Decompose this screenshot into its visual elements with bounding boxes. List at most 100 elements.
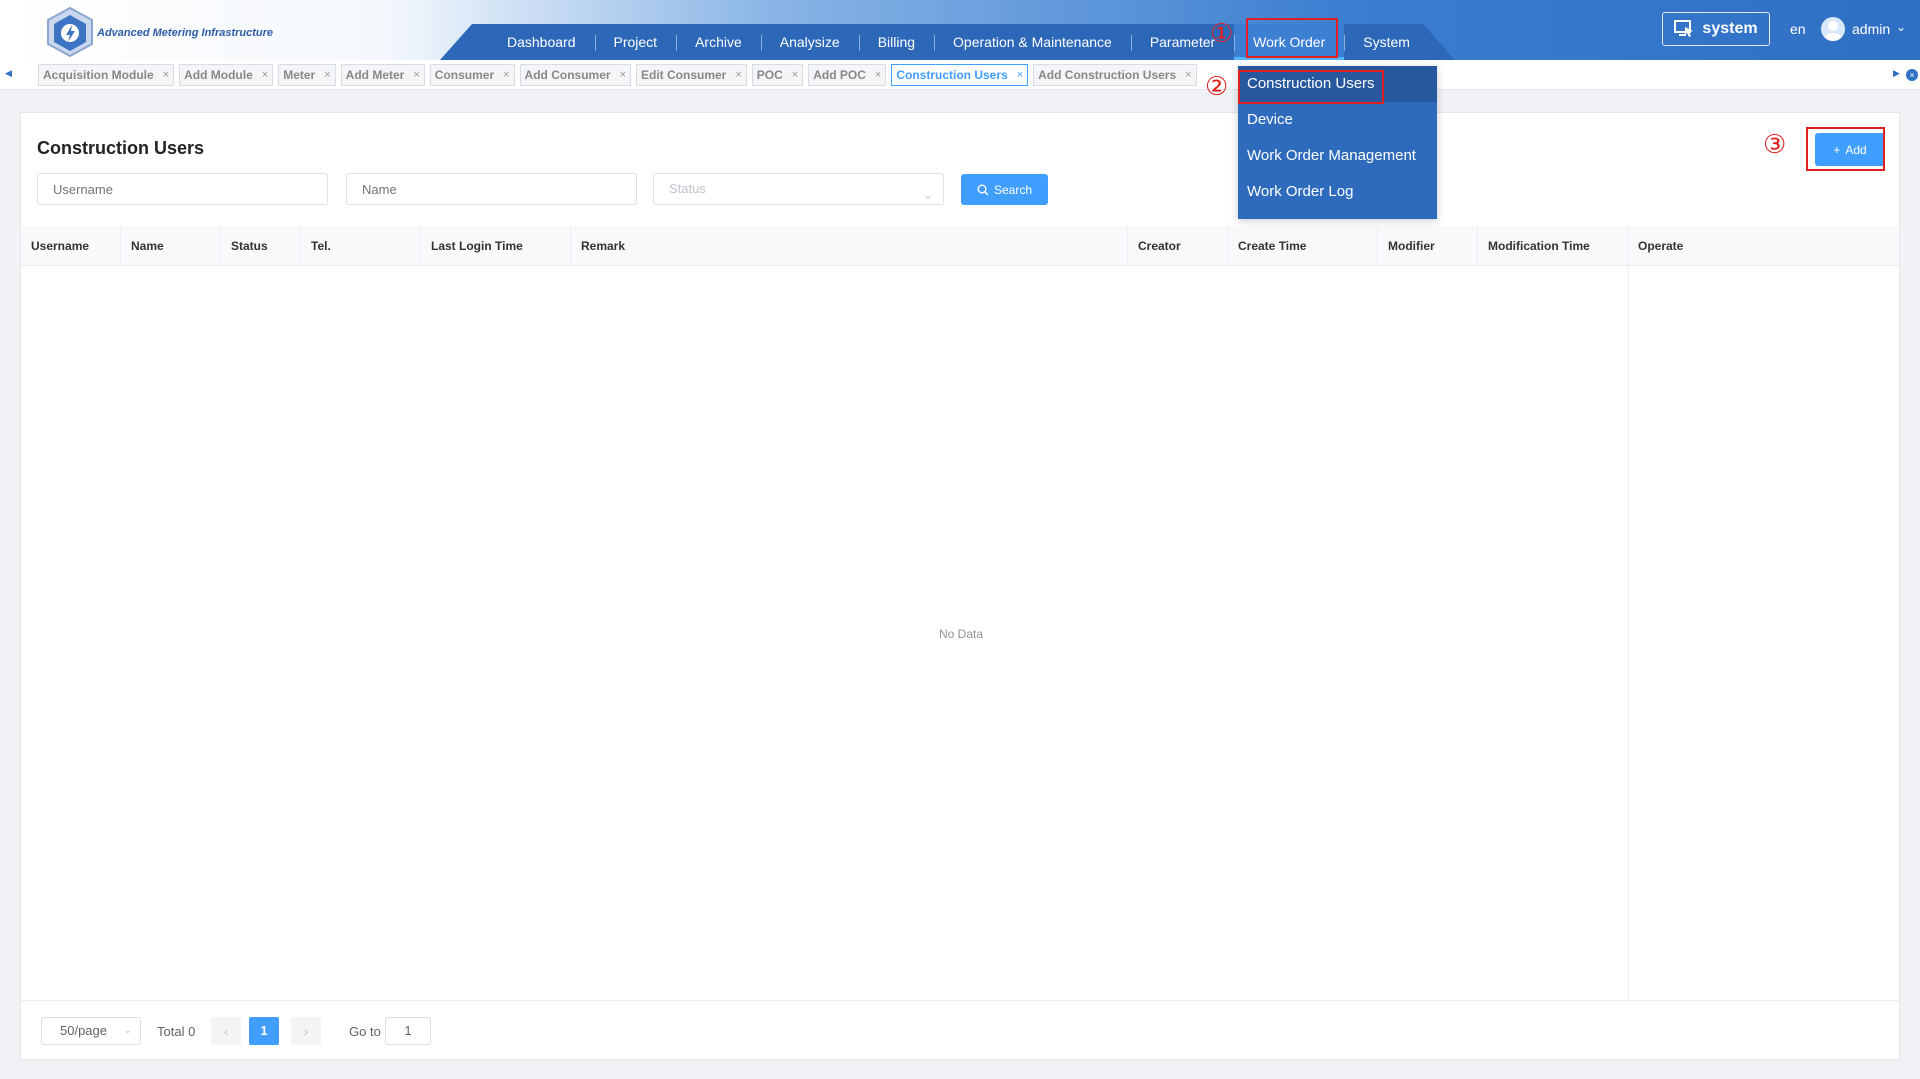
column-header[interactable]: Last Login Time [421,226,571,266]
monitor-cursor-icon [1674,20,1694,37]
nav-item-operation-maintenance[interactable]: Operation & Maintenance [934,24,1131,60]
close-icon[interactable]: × [792,69,798,81]
tag-label: Add Consumer [524,68,611,82]
nav-item-billing[interactable]: Billing [858,24,934,60]
total-count: Total 0 [157,1024,196,1039]
system-label: system [1702,20,1758,37]
annotation-box-3 [1806,127,1885,171]
chevron-down-icon: ⌄ [922,188,933,202]
name-input[interactable] [346,173,637,205]
tag-consumer[interactable]: Consumer × [429,64,515,86]
column-header[interactable]: Operate [1628,226,1899,266]
column-divider [1628,266,1629,1000]
empty-state-text: No Data [939,627,984,641]
tag-construction-users[interactable]: Construction Users × [891,64,1029,86]
tag-meter[interactable]: Meter × [278,64,336,86]
close-icon[interactable]: × [620,69,626,81]
app-header: Advanced Metering Infrastructure Dashboa… [0,0,1920,60]
user-icon [1824,21,1842,41]
tag-label: Consumer [434,68,495,82]
annotation-number-1: ① [1210,18,1234,48]
column-header[interactable]: Name [121,226,221,266]
tags-list: Acquisition Module × Add Module × Meter × A… [38,64,1197,86]
nav-item-archive[interactable]: Archive [676,24,761,60]
column-header[interactable]: Username [21,226,121,266]
tag-label: POC [756,68,783,82]
logo-text: Advanced Metering Infrastructure [97,27,274,39]
chevron-down-icon[interactable]: ⌄ [1896,20,1906,34]
next-page-button[interactable]: › [291,1017,321,1045]
annotation-box-1 [1246,18,1338,58]
tag-label: Construction Users [896,68,1008,82]
tag-acquisition-module[interactable]: Acquisition Module × [38,64,175,86]
close-icon[interactable]: × [413,69,419,81]
column-header[interactable]: Creator [1128,226,1228,266]
close-icon[interactable]: × [262,69,268,81]
close-icon[interactable]: × [1017,69,1023,81]
page-number[interactable]: 1 [249,1017,279,1045]
search-label: Search [993,182,1033,197]
tag-label: Edit Consumer [641,68,727,82]
search-icon [977,184,989,195]
nav-item-project[interactable]: Project [594,24,677,60]
tag-label: Add Construction Users [1038,68,1177,82]
scroll-right-icon[interactable]: ▶ [1893,68,1900,79]
goto-label: Go to [349,1024,381,1039]
avatar[interactable] [1821,17,1845,41]
close-all-tags-icon[interactable]: × [1906,69,1918,81]
close-icon[interactable]: × [1185,69,1191,81]
table-header: Username Name Status Tel. Last Login Tim… [21,226,1899,266]
page-size-value: 50/page [60,1023,107,1038]
tag-add-construction-users[interactable]: Add Construction Users × [1033,64,1197,86]
tag-label: Meter [283,68,316,82]
column-header[interactable]: Modification Time [1478,226,1628,266]
menu-item-device[interactable]: Device [1238,102,1437,138]
goto-page-input[interactable]: 1 [385,1017,431,1045]
tag-label: Add Meter [345,68,405,82]
column-header[interactable]: Create Time [1228,226,1378,266]
search-button[interactable]: Search [961,174,1048,205]
tag-add-consumer[interactable]: Add Consumer × [519,64,631,86]
tag-add-module[interactable]: Add Module × [179,64,274,86]
close-icon[interactable]: × [163,69,169,81]
column-header[interactable]: Tel. [301,226,421,266]
chevron-down-icon: ⌄ [123,1025,132,1036]
username-input[interactable] [37,173,328,205]
user-name[interactable]: admin [1852,21,1890,37]
annotation-box-2 [1238,70,1384,104]
close-icon[interactable]: × [324,69,330,81]
column-header[interactable]: Remark [571,226,1128,266]
annotation-number-2: ② [1205,71,1229,101]
close-icon[interactable]: × [735,69,741,81]
tag-edit-consumer[interactable]: Edit Consumer × [636,64,747,86]
close-icon[interactable]: × [503,69,509,81]
annotation-number-3: ③ [1763,129,1787,159]
column-header[interactable]: Status [221,226,301,266]
page-title: Construction Users [37,138,205,158]
main-panel: Construction Users Status ⌄ Search + Add… [20,112,1900,1060]
language-switch[interactable]: en [1790,21,1806,37]
tag-label: Add Module [184,68,253,82]
pagination: 50/page ⌄ Total 0 ‹ 1 › Go to 1 [21,1000,1899,1060]
close-icon[interactable]: × [875,69,881,81]
status-select[interactable]: Status ⌄ [653,173,944,205]
status-placeholder: Status [669,181,706,196]
page-size-select[interactable]: 50/page ⌄ [41,1017,141,1045]
prev-page-button[interactable]: ‹ [211,1017,241,1045]
nav-item-dashboard[interactable]: Dashboard [488,24,595,60]
column-header[interactable]: Modifier [1378,226,1478,266]
tag-label: Add POC [813,68,866,82]
scroll-left-icon[interactable]: ◀ [5,68,12,79]
tag-add-poc[interactable]: Add POC × [808,64,887,86]
logo-icon [47,6,93,58]
tag-label: Acquisition Module [43,68,154,82]
table-body: No Data [21,266,1899,1000]
nav-item-system[interactable]: System [1344,24,1429,60]
tag-poc[interactable]: POC × [751,64,804,86]
tag-add-meter[interactable]: Add Meter × [340,64,425,86]
system-switch-button[interactable]: system [1662,12,1770,46]
tags-bar: ◀ Acquisition Module × Add Module × Meter ×… [0,60,1920,90]
menu-item-work-order-management[interactable]: Work Order Management [1238,138,1437,174]
nav-item-analysize[interactable]: Analysize [760,24,859,60]
menu-item-work-order-log[interactable]: Work Order Log [1238,174,1437,210]
